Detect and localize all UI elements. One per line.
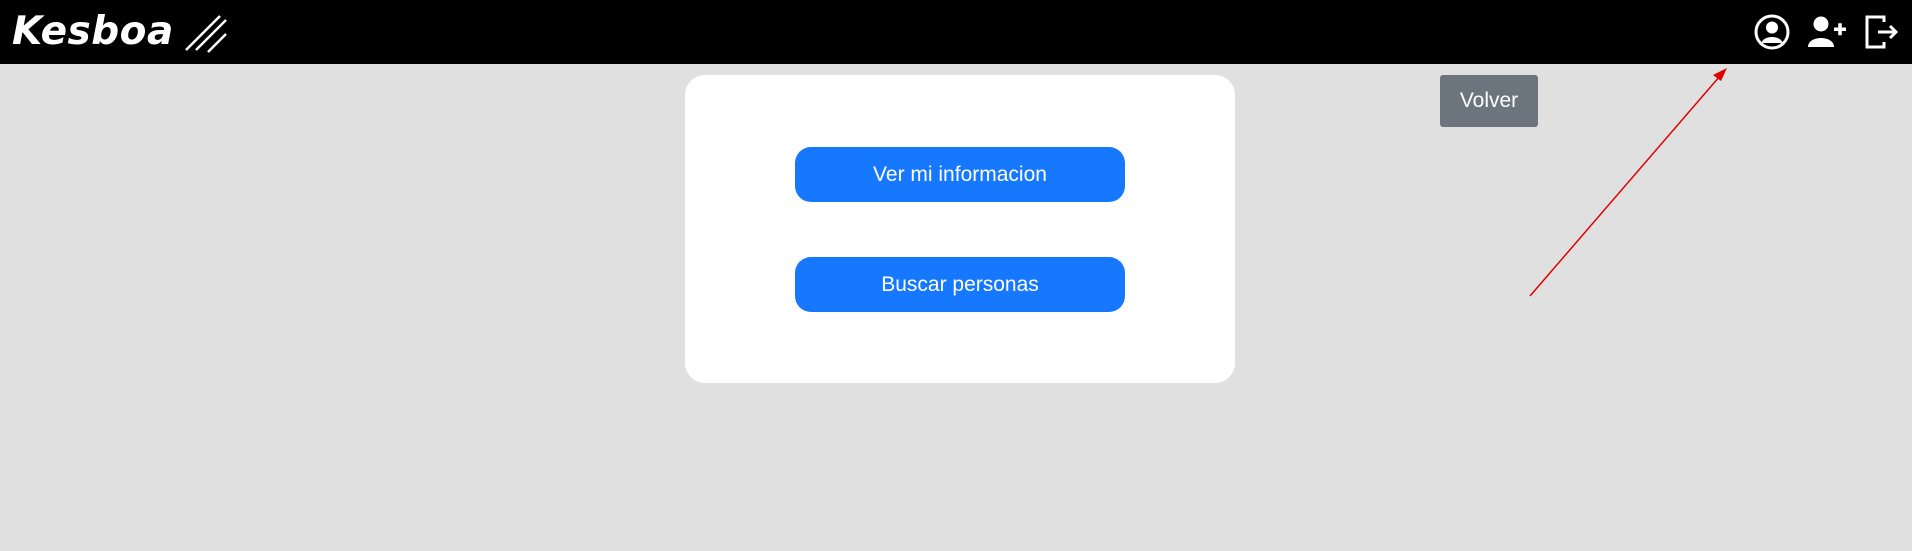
logout-button[interactable] [1862, 12, 1902, 52]
profile-button[interactable] [1752, 12, 1792, 52]
sign-out-icon [1865, 15, 1899, 49]
brand-stripes-icon [184, 15, 227, 53]
view-my-info-button[interactable]: Ver mi informacion [795, 147, 1125, 202]
menu-card: Ver mi informacion Buscar personas [685, 75, 1235, 383]
nav-actions [1737, 0, 1902, 64]
navbar: Kesboa [0, 0, 1912, 64]
brand-logo[interactable]: Kesboa [12, 8, 228, 56]
brand-name: Kesboa [12, 9, 174, 54]
back-button[interactable]: Volver [1440, 75, 1538, 127]
user-plus-icon [1808, 16, 1846, 47]
add-user-button[interactable] [1807, 12, 1847, 52]
search-people-button[interactable]: Buscar personas [795, 257, 1125, 312]
user-circle-icon [1754, 14, 1790, 50]
